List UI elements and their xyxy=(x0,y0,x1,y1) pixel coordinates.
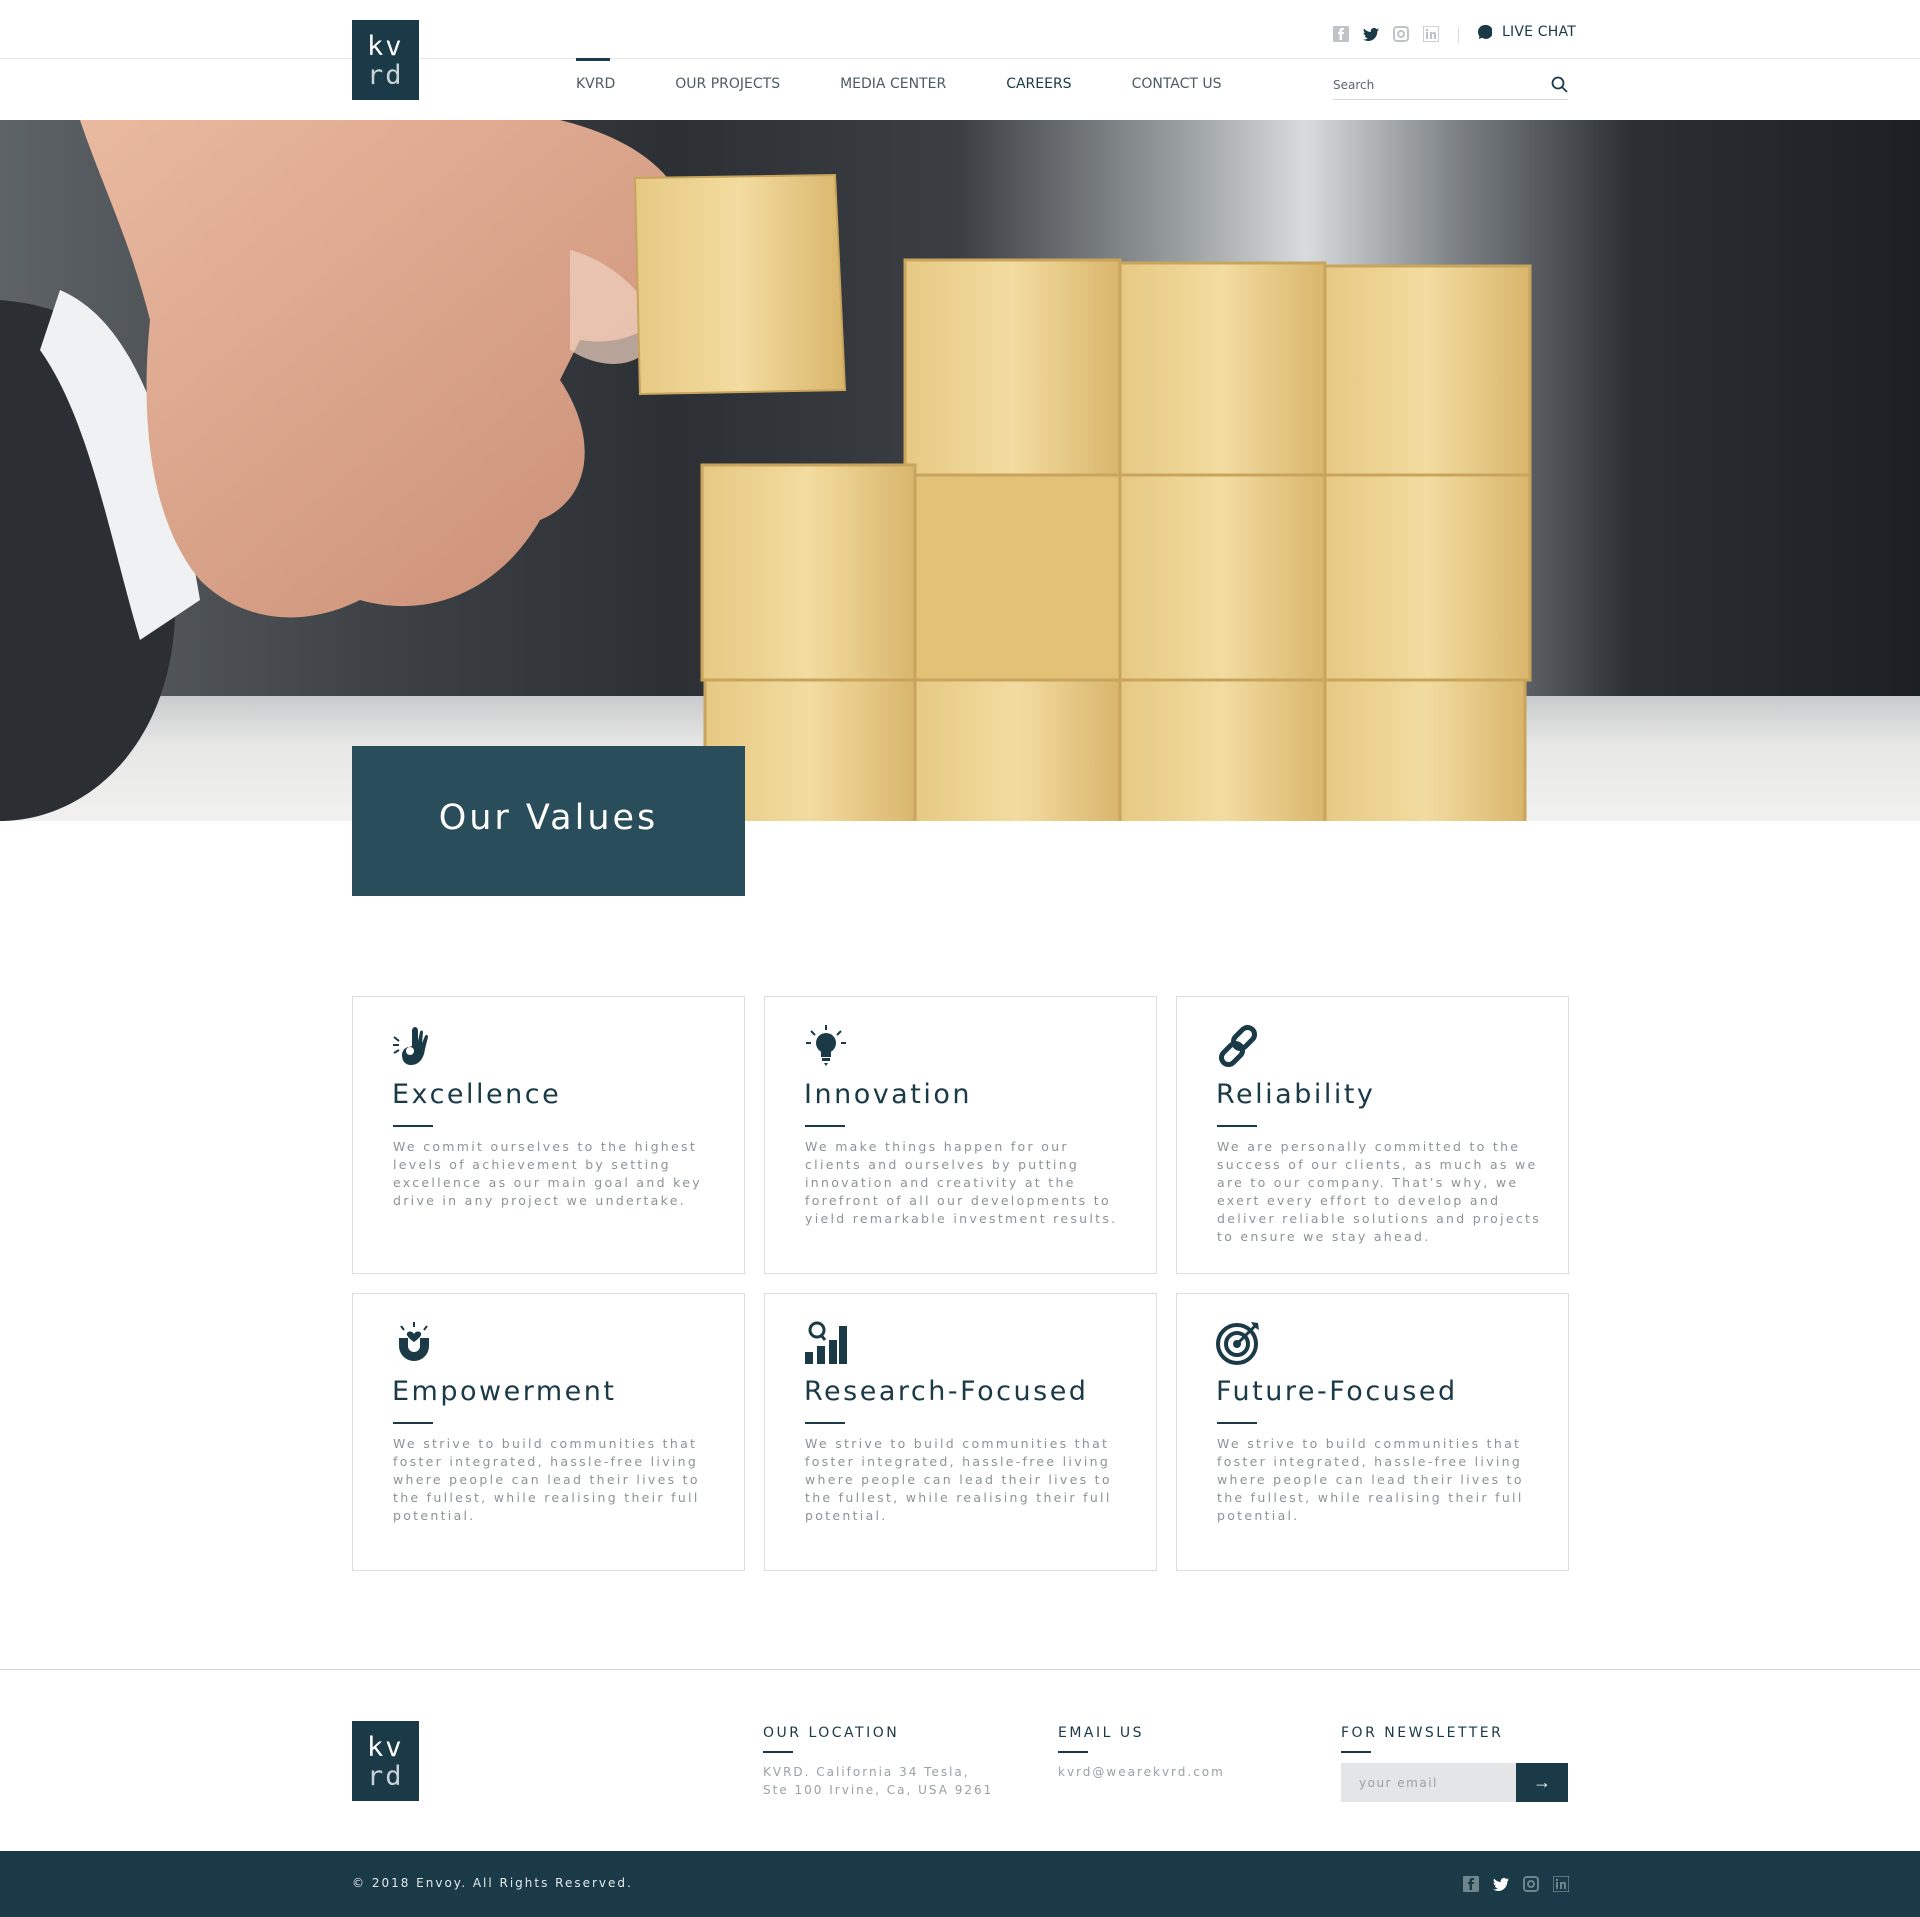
facebook-icon[interactable] xyxy=(1333,26,1349,42)
header-social-links xyxy=(1333,26,1439,42)
header-vertical-divider xyxy=(1458,27,1459,43)
newsletter-heading: FOR NEWSLETTER xyxy=(1341,1725,1504,1741)
footer-kvrd-logo[interactable]: kv rd xyxy=(352,1721,419,1801)
logo-line-2: rd xyxy=(367,1761,404,1792)
magnet-heart-icon xyxy=(391,1320,437,1366)
value-description: We strive to build communities that fost… xyxy=(393,1436,700,1523)
value-card-innovation: Innovation We make things happen for our… xyxy=(764,996,1157,1274)
search-icon[interactable] xyxy=(1551,76,1568,93)
value-description: We strive to build communities that fost… xyxy=(805,1436,1112,1523)
hero-image xyxy=(0,120,1532,821)
nav-item-contact-us[interactable]: CONTACT US xyxy=(1132,76,1222,92)
address-text: KVRD. California 34 Tesla, Ste 100 Irvin… xyxy=(763,1763,993,1799)
value-title: Future-Focused xyxy=(1216,1376,1458,1407)
value-title: Research-Focused xyxy=(804,1376,1089,1407)
title-underline xyxy=(805,1125,845,1127)
search-box xyxy=(1333,73,1568,100)
target-icon xyxy=(1215,1320,1261,1366)
research-chart-icon xyxy=(803,1320,849,1366)
facebook-icon[interactable] xyxy=(1463,1876,1479,1892)
value-card-empowerment: Empowerment We strive to build communiti… xyxy=(352,1293,745,1571)
heading-underline xyxy=(763,1751,793,1753)
nav-item-careers[interactable]: CAREERS xyxy=(1006,76,1071,92)
linkedin-icon[interactable] xyxy=(1423,26,1439,42)
value-description: We are personally committed to the succe… xyxy=(1217,1139,1542,1244)
email-link[interactable]: kvrd@wearekvrd.com xyxy=(1058,1765,1225,1779)
value-description: We commit ourselves to the highest level… xyxy=(393,1139,702,1208)
nav-item-our-projects[interactable]: OUR PROJECTS xyxy=(675,76,780,92)
instagram-icon[interactable] xyxy=(1523,1876,1539,1892)
search-input[interactable] xyxy=(1333,73,1533,97)
title-underline xyxy=(1217,1125,1257,1127)
title-underline xyxy=(393,1422,433,1424)
main-nav: KVRD OUR PROJECTS MEDIA CENTER CAREERS C… xyxy=(576,58,1222,92)
ok-hand-icon xyxy=(391,1023,437,1069)
our-values-title-box: Our Values xyxy=(352,746,745,896)
location-heading: OUR LOCATION xyxy=(763,1725,900,1741)
logo-line-2: rd xyxy=(367,60,404,91)
heading-underline xyxy=(1058,1751,1088,1753)
footer-email: EMAIL US kvrd@wearekvrd.com xyxy=(1058,1725,1225,1781)
nav-item-media-center[interactable]: MEDIA CENTER xyxy=(840,76,946,92)
heading-underline xyxy=(1341,1751,1371,1753)
logo-line-1: kv xyxy=(367,1732,404,1763)
value-title: Innovation xyxy=(804,1079,972,1110)
newsletter-form: → xyxy=(1341,1763,1568,1802)
nav-item-kvrd[interactable]: KVRD xyxy=(576,58,615,92)
chain-link-icon xyxy=(1215,1023,1261,1069)
value-title: Reliability xyxy=(1216,1079,1376,1110)
hero-banner xyxy=(0,120,1920,821)
footer-newsletter: FOR NEWSLETTER → xyxy=(1341,1725,1568,1802)
value-card-future-focused: Future-Focused We strive to build commun… xyxy=(1176,1293,1569,1571)
twitter-icon[interactable] xyxy=(1363,26,1379,42)
value-card-excellence: Excellence We commit ourselves to the hi… xyxy=(352,996,745,1274)
footer-divider xyxy=(0,1669,1920,1670)
instagram-icon[interactable] xyxy=(1393,26,1409,42)
chat-bubble-icon xyxy=(1478,25,1492,39)
value-title: Empowerment xyxy=(392,1376,617,1407)
newsletter-email-input[interactable] xyxy=(1341,1763,1516,1802)
kvrd-logo[interactable]: kv rd xyxy=(352,20,419,100)
site-header: kv rd LIVE CHAT KVRD OUR PROJECTS MEDIA … xyxy=(0,0,1920,120)
lightbulb-icon xyxy=(803,1023,849,1069)
copyright-text: © 2018 Envoy. All Rights Reserved. xyxy=(352,1876,633,1890)
title-underline xyxy=(805,1422,845,1424)
value-title: Excellence xyxy=(392,1079,562,1110)
address-line-1: KVRD. California 34 Tesla, xyxy=(763,1765,970,1779)
value-description: We strive to build communities that fost… xyxy=(1217,1436,1524,1523)
value-card-reliability: Reliability We are personally committed … xyxy=(1176,996,1569,1274)
live-chat-label: LIVE CHAT xyxy=(1502,24,1576,40)
logo-line-1: kv xyxy=(367,31,404,62)
title-underline xyxy=(1217,1422,1257,1424)
value-description: We make things happen for our clients an… xyxy=(805,1139,1118,1226)
twitter-icon[interactable] xyxy=(1493,1876,1509,1892)
linkedin-icon[interactable] xyxy=(1553,1876,1569,1892)
copyright-bar: © 2018 Envoy. All Rights Reserved. xyxy=(0,1851,1920,1917)
newsletter-submit-button[interactable]: → xyxy=(1516,1763,1568,1802)
page-title: Our Values xyxy=(438,798,659,838)
email-heading: EMAIL US xyxy=(1058,1725,1145,1741)
footer-location: OUR LOCATION KVRD. California 34 Tesla, … xyxy=(763,1725,993,1799)
footer-social-links xyxy=(1463,1876,1569,1892)
title-underline xyxy=(393,1125,433,1127)
value-card-research-focused: Research-Focused We strive to build comm… xyxy=(764,1293,1157,1571)
live-chat-button[interactable]: LIVE CHAT xyxy=(1478,24,1576,40)
address-line-2: Ste 100 Irvine, Ca, USA 9261 xyxy=(763,1783,994,1797)
header-divider xyxy=(0,58,1920,59)
